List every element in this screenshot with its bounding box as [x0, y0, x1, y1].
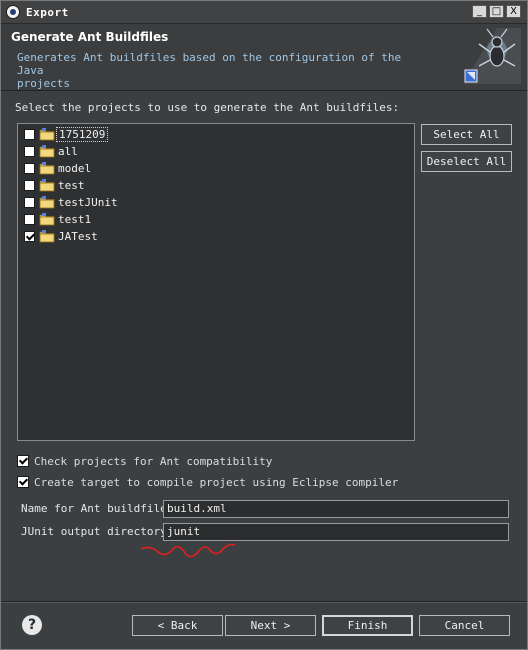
- title-bar[interactable]: Export _ □ X: [1, 1, 527, 24]
- description-line-2: projects: [17, 77, 70, 90]
- back-button[interactable]: < Back: [132, 615, 223, 636]
- project-name: 1751209: [56, 126, 109, 142]
- list-item[interactable]: model: [24, 160, 93, 176]
- project-name: testJUnit: [58, 195, 118, 209]
- page-title: Generate Ant Buildfiles: [11, 30, 169, 44]
- project-checkbox[interactable]: [24, 179, 35, 191]
- list-item[interactable]: 1751209: [24, 126, 109, 142]
- select-all-button[interactable]: Select All: [421, 124, 512, 145]
- project-checkbox[interactable]: [24, 145, 35, 157]
- list-item[interactable]: JATest: [24, 228, 100, 244]
- ant-wizard-icon: [463, 28, 521, 84]
- list-item[interactable]: testJUnit: [24, 194, 120, 210]
- project-checkbox[interactable]: [24, 128, 35, 140]
- project-folder-icon: [39, 213, 55, 226]
- window-title: Export: [26, 5, 69, 19]
- create-target-checkbox[interactable]: [17, 476, 29, 488]
- project-name: model: [58, 161, 92, 175]
- export-dialog: Export _ □ X Generate Ant Buildfiles Gen…: [0, 0, 528, 650]
- create-target-option[interactable]: Create target to compile project using E…: [17, 474, 398, 490]
- footer-separator-highlight: [1, 602, 527, 603]
- eclipse-icon: [6, 5, 20, 19]
- close-icon[interactable]: X: [506, 5, 521, 18]
- project-folder-icon: [39, 179, 55, 192]
- buildfile-label: Name for Ant buildfile:: [21, 502, 174, 515]
- check-compat-checkbox[interactable]: [17, 455, 29, 467]
- annotation-squiggle: [140, 543, 236, 558]
- create-target-label: Create target to compile project using E…: [34, 475, 399, 489]
- check-compat-label: Check projects for Ant compatibility: [34, 454, 273, 468]
- wizard-header: Generate Ant Buildfiles Generates Ant bu…: [1, 24, 527, 91]
- project-checkbox[interactable]: [24, 196, 35, 208]
- project-name: test1: [58, 212, 92, 226]
- project-folder-icon: [39, 162, 55, 175]
- help-icon[interactable]: ?: [22, 615, 42, 635]
- project-folder-icon: [39, 230, 55, 243]
- projects-list[interactable]: 1751209 all model test testJUnit test1 J…: [17, 123, 415, 441]
- project-name: all: [58, 144, 78, 158]
- deselect-all-button[interactable]: Deselect All: [421, 151, 512, 172]
- project-checkbox[interactable]: [24, 162, 35, 174]
- project-checkbox[interactable]: [24, 213, 35, 225]
- project-folder-icon: [39, 145, 55, 158]
- project-checkbox[interactable]: [24, 230, 35, 242]
- list-item[interactable]: all: [24, 143, 80, 159]
- project-folder-icon: [39, 196, 55, 209]
- minimize-icon[interactable]: _: [472, 5, 487, 18]
- buildfile-input[interactable]: build.xml: [163, 500, 509, 518]
- cancel-button[interactable]: Cancel: [419, 615, 510, 636]
- maximize-icon[interactable]: □: [489, 5, 504, 18]
- finish-button[interactable]: Finish: [322, 615, 413, 636]
- project-name: test: [58, 178, 85, 192]
- list-item[interactable]: test: [24, 177, 87, 193]
- list-item[interactable]: test1: [24, 211, 93, 227]
- description-line-1: Generates Ant buildfiles based on the co…: [17, 51, 402, 77]
- project-folder-icon: [39, 128, 55, 141]
- junit-label: JUnit output directory:: [21, 525, 174, 538]
- window-controls: _ □ X: [472, 5, 521, 18]
- project-name: JATest: [58, 229, 98, 243]
- page-description: Generates Ant buildfiles based on the co…: [17, 51, 417, 90]
- check-compat-option[interactable]: Check projects for Ant compatibility: [17, 453, 272, 469]
- projects-prompt: Select the projects to use to generate t…: [15, 101, 400, 114]
- next-button[interactable]: Next >: [225, 615, 316, 636]
